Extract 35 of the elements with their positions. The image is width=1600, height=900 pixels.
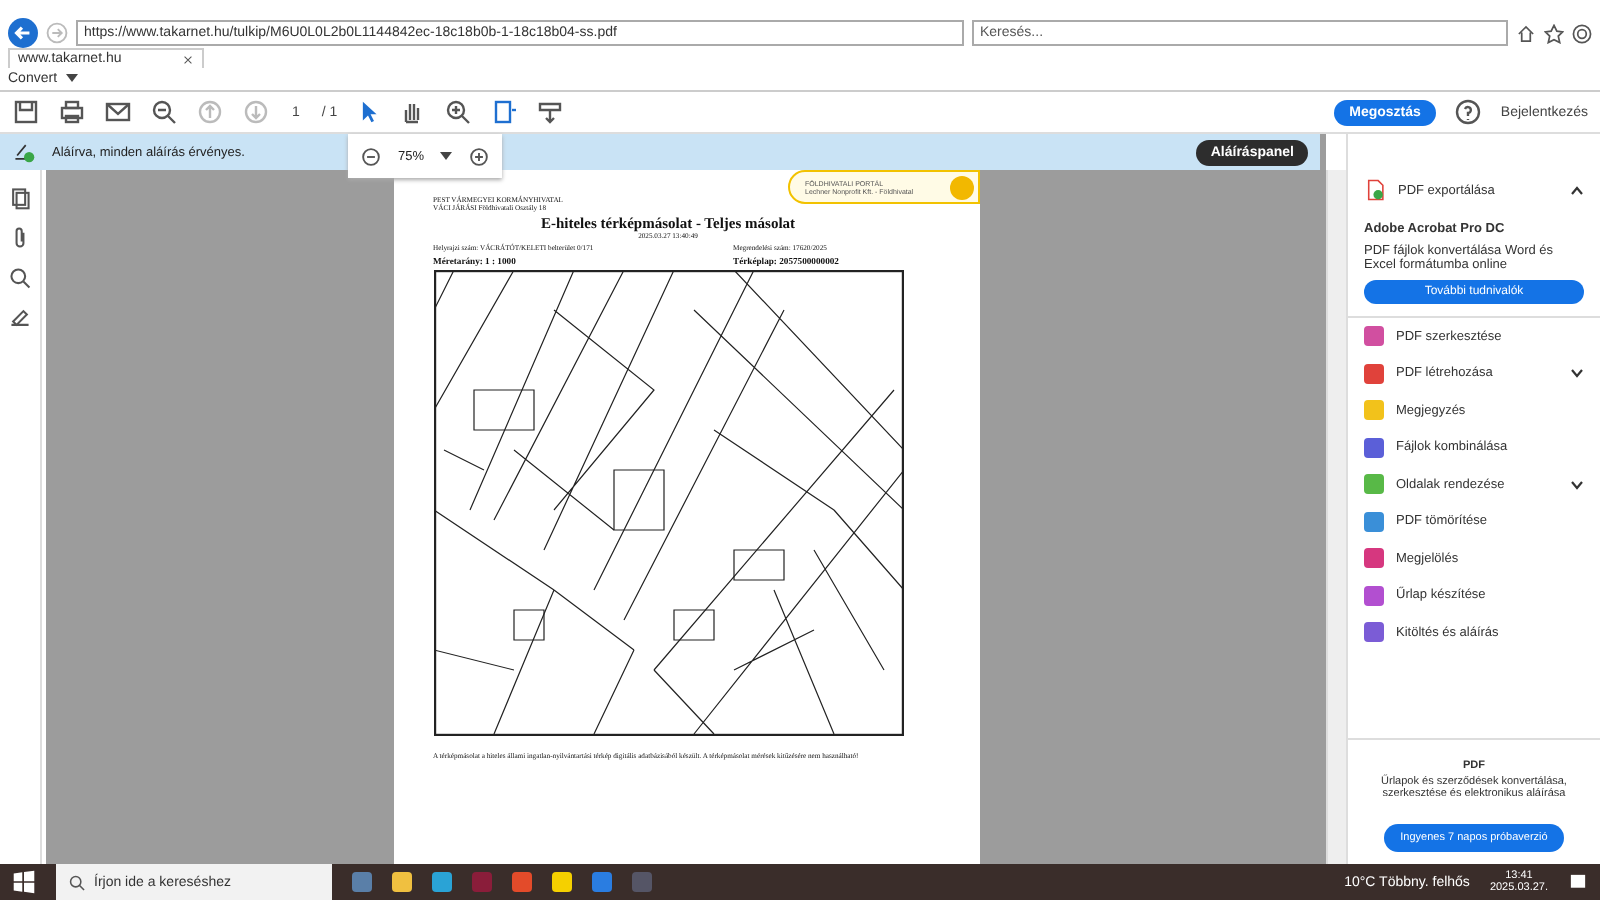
home-icon[interactable]	[1516, 23, 1536, 43]
search-icon[interactable]	[68, 873, 86, 891]
tool-icon[interactable]	[1364, 622, 1384, 643]
zoom-in-button[interactable]	[468, 145, 491, 167]
signature-icon[interactable]	[8, 306, 32, 330]
tool-icon[interactable]	[1364, 511, 1384, 532]
search-icon[interactable]	[8, 266, 32, 290]
tool-icon[interactable]	[1364, 548, 1384, 569]
back-button[interactable]	[8, 18, 38, 48]
export-pdf-icon[interactable]	[1364, 178, 1386, 202]
tool-icon[interactable]	[1364, 437, 1384, 458]
tool-icon[interactable]	[1364, 585, 1384, 606]
caret-icon[interactable]	[65, 74, 78, 82]
start-icon[interactable]	[12, 870, 36, 894]
pages-icon[interactable]	[8, 186, 32, 210]
chevron-icon[interactable]	[1570, 185, 1584, 195]
close-icon[interactable]	[181, 53, 194, 65]
star-icon[interactable]	[1544, 23, 1564, 43]
fit-page-icon[interactable]	[489, 98, 518, 126]
zoom-in-icon[interactable]	[443, 98, 472, 126]
signature-valid-icon	[12, 140, 36, 164]
zoom-out-button[interactable]	[360, 145, 382, 167]
chevron-icon[interactable]	[1570, 368, 1584, 379]
help-icon[interactable]	[1454, 98, 1483, 126]
notification-icon[interactable]	[1568, 872, 1588, 892]
tool-icon[interactable]	[1364, 363, 1384, 384]
chevron-icon[interactable]	[1570, 479, 1584, 490]
print-icon[interactable]	[58, 98, 86, 126]
scrollbar[interactable]	[1326, 170, 1346, 864]
caret-icon[interactable]	[440, 152, 453, 160]
stamp-icon[interactable]	[535, 98, 564, 126]
tool-icon[interactable]	[1364, 326, 1384, 347]
zoom-out-icon[interactable]	[150, 98, 178, 126]
mail-icon[interactable]	[104, 98, 132, 126]
save-icon[interactable]	[12, 98, 40, 126]
